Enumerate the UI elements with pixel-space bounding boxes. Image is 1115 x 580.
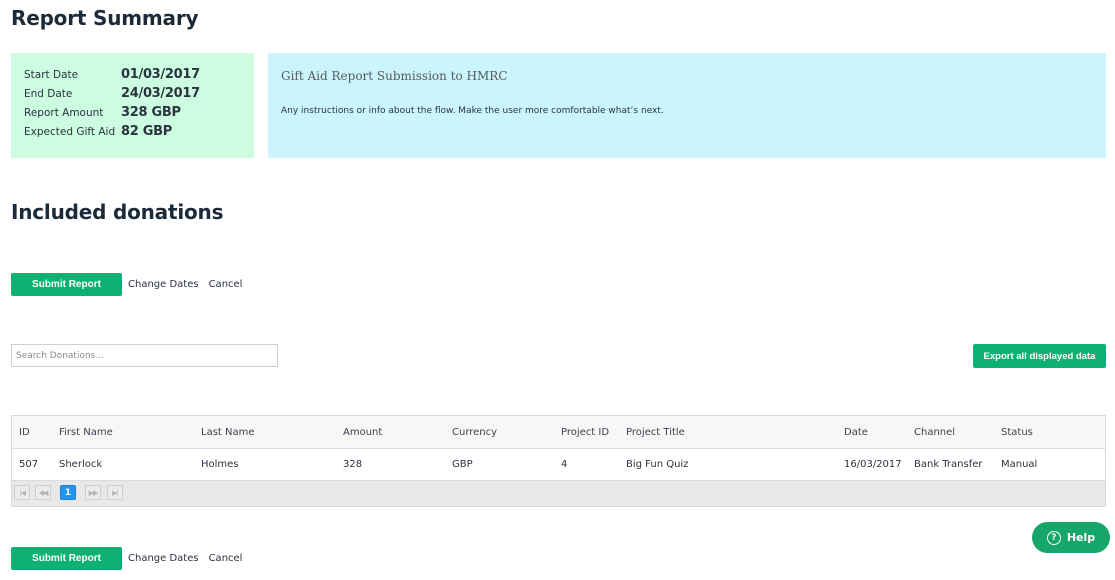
submit-report-button[interactable]: Submit Report <box>11 547 122 570</box>
cell-date: 16/03/2017 <box>844 459 902 470</box>
table-header: ID First Name Last Name Amount Currency … <box>12 416 1105 449</box>
cell-first-name: Sherlock <box>59 459 103 470</box>
prev-page-icon[interactable]: ◀◀ <box>35 485 51 500</box>
info-text: Any instructions or info about the flow.… <box>281 106 664 116</box>
cancel-link[interactable]: Cancel <box>209 553 243 564</box>
column-header-last-name[interactable]: Last Name <box>201 416 255 448</box>
summary-row-expected-gift-aid: Expected Gift Aid 82 GBP <box>24 124 172 139</box>
column-header-date[interactable]: Date <box>844 416 868 448</box>
cell-last-name: Holmes <box>201 459 239 470</box>
change-dates-link[interactable]: Change Dates <box>128 553 199 564</box>
info-title: Gift Aid Report Submission to HMRC <box>281 69 508 83</box>
action-bar-top: Submit Report Change Dates Cancel <box>11 273 242 296</box>
summary-panel: Start Date 01/03/2017 End Date 24/03/201… <box>11 53 254 158</box>
export-data-button[interactable]: Export all displayed data <box>973 344 1106 368</box>
column-header-project-id[interactable]: Project ID <box>561 416 609 448</box>
column-header-channel[interactable]: Channel <box>914 416 955 448</box>
column-header-status[interactable]: Status <box>1001 416 1033 448</box>
page-title: Report Summary <box>11 6 199 30</box>
summary-value: 24/03/2017 <box>121 86 200 101</box>
cell-amount: 328 <box>343 459 363 470</box>
change-dates-link[interactable]: Change Dates <box>128 279 199 290</box>
summary-label: Report Amount <box>24 107 104 119</box>
summary-value: 01/03/2017 <box>121 67 200 82</box>
next-page-icon[interactable]: ▶▶ <box>85 485 101 500</box>
summary-row-end-date: End Date 24/03/2017 <box>24 86 200 101</box>
summary-row-report-amount: Report Amount 328 GBP <box>24 105 181 120</box>
submit-report-button[interactable]: Submit Report <box>11 273 122 296</box>
summary-value: 328 GBP <box>121 105 181 120</box>
cell-status: Manual <box>1001 459 1038 470</box>
page-number-button[interactable]: 1 <box>60 485 76 500</box>
first-page-icon[interactable]: |◀ <box>14 485 30 500</box>
column-header-amount[interactable]: Amount <box>343 416 382 448</box>
cell-channel: Bank Transfer <box>914 459 983 470</box>
cell-project-id: 4 <box>561 459 568 470</box>
cell-currency: GBP <box>452 459 473 470</box>
summary-row-start-date: Start Date 01/03/2017 <box>24 67 200 82</box>
pagination-bar: |◀ ◀◀ 1 ▶▶ ▶| <box>12 481 1105 506</box>
info-panel: Gift Aid Report Submission to HMRC Any i… <box>268 53 1106 158</box>
help-label: Help <box>1066 531 1096 544</box>
cell-project-title: Big Fun Quiz <box>626 459 689 470</box>
summary-label: Expected Gift Aid <box>24 126 116 138</box>
last-page-icon[interactable]: ▶| <box>107 485 123 500</box>
column-header-first-name[interactable]: First Name <box>59 416 113 448</box>
action-bar-bottom: Submit Report Change Dates Cancel <box>11 547 242 570</box>
cell-id: 507 <box>19 459 39 470</box>
search-donations-input[interactable] <box>11 344 278 367</box>
summary-label: End Date <box>24 88 73 100</box>
help-button[interactable]: ? Help <box>1032 522 1110 553</box>
column-header-currency[interactable]: Currency <box>452 416 497 448</box>
cancel-link[interactable]: Cancel <box>209 279 243 290</box>
question-circle-icon: ? <box>1046 530 1061 545</box>
table-row[interactable]: 507 Sherlock Holmes 328 GBP 4 Big Fun Qu… <box>12 449 1105 481</box>
column-header-project-title[interactable]: Project Title <box>626 416 685 448</box>
column-header-id[interactable]: ID <box>19 416 30 448</box>
summary-value: 82 GBP <box>121 124 172 139</box>
section-title: Included donations <box>11 200 224 224</box>
donations-table: ID First Name Last Name Amount Currency … <box>11 415 1106 507</box>
summary-label: Start Date <box>24 69 79 81</box>
